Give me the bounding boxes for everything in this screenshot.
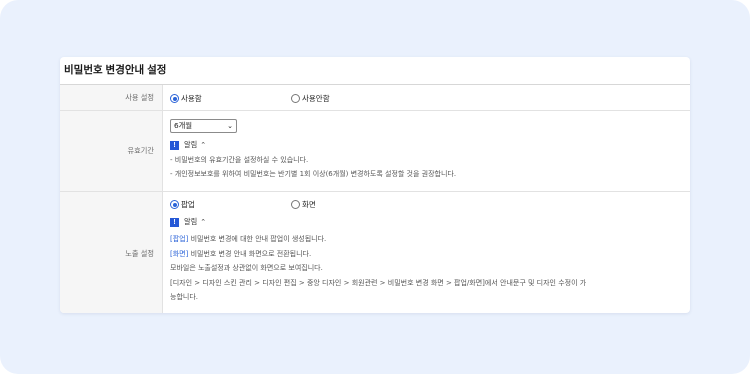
row-display-value: 팝업 화면 ! 알림 ⌃ [팝업] 비밀번호 변경에 대한 안내 팝업이 생성됩… [163, 192, 690, 313]
note-text: 비밀번호 변경에 대한 안내 팝업이 생성됩니다. [188, 235, 327, 243]
exclamation-icon: ! [170, 217, 179, 227]
display-note: [화면] 비밀번호 변경 안내 화면으로 전환됩니다. [170, 247, 586, 262]
page-background: 비밀번호 변경안내 설정 사용 설정 사용함 사용안함 유효기간 6개월 ⌄ !… [0, 0, 750, 374]
period-help-toggle[interactable]: ! 알림 ⌃ [170, 140, 206, 150]
display-notes: [팝업] 비밀번호 변경에 대한 안내 팝업이 생성됩니다. [화면] 비밀번호… [170, 232, 586, 305]
row-usage: 사용 설정 사용함 사용안함 [60, 85, 690, 111]
period-help-label: 알림 [184, 140, 198, 149]
radio-button[interactable] [291, 200, 300, 209]
period-select[interactable]: 6개월 ⌄ [170, 119, 237, 133]
radio-popup[interactable]: 팝업 [170, 199, 195, 210]
radio-use-on[interactable]: 사용함 [170, 93, 202, 104]
note-text: 능합니다. [170, 293, 198, 301]
display-note: 능합니다. [170, 290, 586, 305]
note-text: [디자인 > 디자인 스킨 관리 > 디자인 편집 > 중앙 디자인 > 회원관… [170, 278, 587, 287]
row-period-value: 6개월 ⌄ ! 알림 ⌃ - 비밀번호의 유효기간을 설정하실 수 있습니다. … [163, 111, 690, 191]
display-note: 모바일은 노출설정과 상관없이 화면으로 보여집니다. [170, 261, 586, 276]
note-text: 비밀번호 변경 안내 화면으로 전환됩니다. [188, 249, 312, 258]
radio-use-off-label: 사용안함 [302, 94, 330, 103]
page-title: 비밀번호 변경안내 설정 [64, 64, 167, 76]
chevron-down-icon: ⌄ [227, 122, 233, 130]
radio-use-off[interactable]: 사용안함 [291, 93, 330, 104]
radio-button[interactable] [291, 94, 300, 103]
radio-popup-label: 팝업 [181, 200, 195, 209]
exclamation-icon: ! [170, 140, 179, 150]
period-select-value: 6개월 [174, 121, 193, 130]
radio-use-on-label: 사용함 [181, 94, 202, 103]
chevron-up-icon: ⌃ [200, 218, 207, 226]
display-note: [디자인 > 디자인 스킨 관리 > 디자인 편집 > 중앙 디자인 > 회원관… [170, 276, 586, 291]
note-tag: [팝업] [170, 235, 189, 243]
row-usage-value: 사용함 사용안함 [163, 85, 690, 110]
row-period-label: 유효기간 [60, 111, 163, 191]
radio-screen-label: 화면 [302, 200, 316, 209]
note-text: 모바일은 노출설정과 상관없이 화면으로 보여집니다. [170, 264, 323, 272]
period-note: - 개인정보보호를 위하여 비밀번호는 반기별 1회 이상(6개월) 변경하도록… [170, 170, 457, 178]
display-help-toggle[interactable]: ! 알림 ⌃ [170, 217, 206, 227]
settings-card: 비밀번호 변경안내 설정 사용 설정 사용함 사용안함 유효기간 6개월 ⌄ !… [60, 57, 690, 313]
row-display-label: 노출 설정 [60, 192, 163, 313]
settings-table: 사용 설정 사용함 사용안함 유효기간 6개월 ⌄ ! 알림 ⌃ - 비밀번호의… [60, 84, 690, 313]
period-note: - 비밀번호의 유효기간을 설정하실 수 있습니다. [170, 156, 309, 164]
radio-button-selected[interactable] [170, 94, 179, 103]
period-notes: - 비밀번호의 유효기간을 설정하실 수 있습니다. - 개인정보보호를 위하여… [170, 153, 456, 181]
row-usage-label: 사용 설정 [60, 85, 163, 110]
chevron-up-icon: ⌃ [200, 141, 207, 149]
radio-screen[interactable]: 화면 [291, 199, 316, 210]
row-display: 노출 설정 팝업 화면 ! 알림 ⌃ [팝업] 비밀번호 변경에 대한 안내 팝… [60, 192, 690, 313]
radio-button-selected[interactable] [170, 200, 179, 209]
display-note: [팝업] 비밀번호 변경에 대한 안내 팝업이 생성됩니다. [170, 232, 586, 247]
display-help-label: 알림 [184, 217, 198, 226]
note-tag: [화면] [170, 249, 189, 258]
row-period: 유효기간 6개월 ⌄ ! 알림 ⌃ - 비밀번호의 유효기간을 설정하실 수 있… [60, 111, 690, 192]
